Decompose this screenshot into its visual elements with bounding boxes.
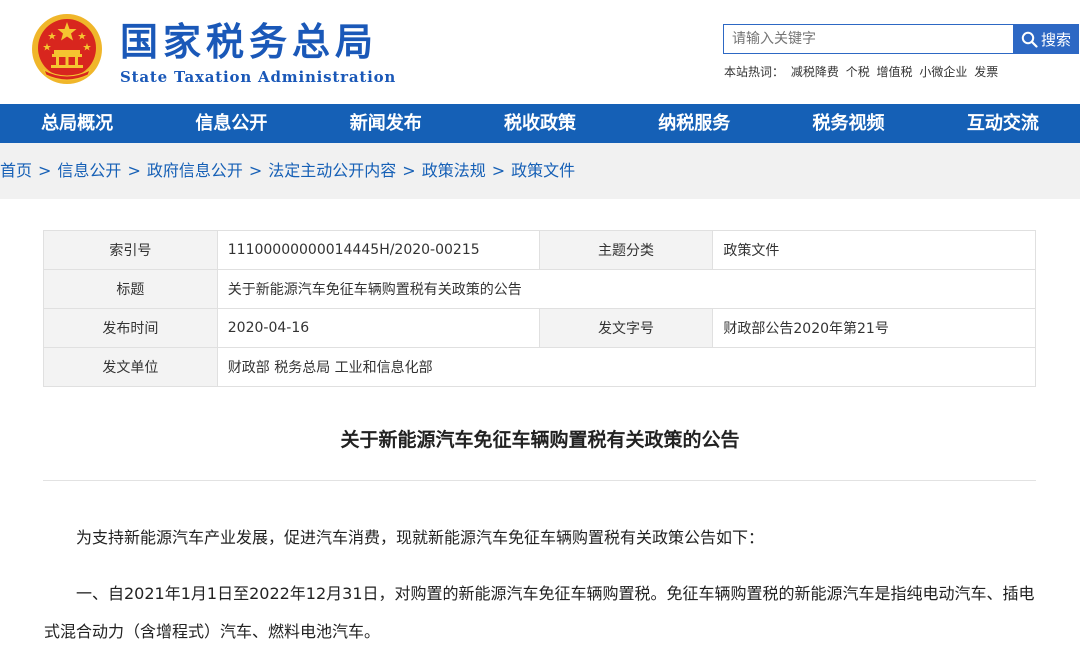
nav-item-tax-policy[interactable]: 税收政策: [463, 104, 617, 143]
category-label: 主题分类: [538, 230, 714, 270]
hot-word-link[interactable]: 减税降费: [791, 65, 839, 79]
main-nav: 总局概况 信息公开 新闻发布 税收政策 纳税服务 税务视频 互动交流: [0, 104, 1080, 143]
breadcrumb-gov-info[interactable]: 政府信息公开: [147, 161, 243, 180]
site-header: 国家税务总局 State Taxation Administration 搜索 …: [0, 0, 1080, 104]
national-emblem-icon[interactable]: [30, 12, 104, 86]
article-paragraph: 为支持新能源汽车产业发展，促进汽车消费，现就新能源汽车免征车辆购置税有关政策公告…: [76, 528, 765, 547]
title-value: 关于新能源汽车免征车辆购置税有关政策的公告: [216, 269, 1037, 309]
category-value: 政策文件: [712, 230, 1036, 270]
breadcrumb-regulations[interactable]: 政策法规: [422, 161, 486, 180]
breadcrumb-separator: >: [38, 161, 52, 180]
site-title-english[interactable]: State Taxation Administration: [120, 68, 396, 86]
breadcrumb-statutory-content[interactable]: 法定主动公开内容: [268, 161, 396, 180]
article-content: 索引号 11100000000014445H/2020-00215 主题分类 政…: [0, 199, 1080, 661]
publish-date-value: 2020-04-16: [216, 308, 540, 348]
document-info-table: 索引号 11100000000014445H/2020-00215 主题分类 政…: [43, 230, 1037, 387]
search-input[interactable]: [723, 24, 1013, 54]
nav-item-info-disclosure[interactable]: 信息公开: [154, 104, 308, 143]
breadcrumb-policy-docs[interactable]: 政策文件: [511, 161, 575, 180]
table-row: 索引号 11100000000014445H/2020-00215 主题分类 政…: [43, 230, 1036, 270]
issuer-label: 发文单位: [43, 347, 218, 387]
index-number-label: 索引号: [43, 230, 218, 270]
nav-item-video[interactable]: 税务视频: [771, 104, 925, 143]
nav-item-interaction[interactable]: 互动交流: [926, 104, 1080, 143]
breadcrumb-separator: >: [402, 161, 416, 180]
search-button[interactable]: 搜索: [1013, 24, 1079, 54]
hot-word-link[interactable]: 增值税: [877, 65, 913, 79]
breadcrumb-separator: >: [127, 161, 141, 180]
document-number-label: 发文字号: [538, 308, 714, 348]
article-paragraph: 一、自2021年1月1日至2022年12月31日，对购置的新能源汽车免征车辆购置…: [44, 584, 1035, 641]
article-title: 关于新能源汽车免征车辆购置税有关政策的公告: [340, 429, 740, 451]
breadcrumb-separator: >: [491, 161, 506, 180]
issuer-value: 财政部 税务总局 工业和信息化部: [216, 347, 1037, 387]
table-row: 标题 关于新能源汽车免征车辆购置税有关政策的公告: [43, 269, 1037, 309]
title-label: 标题: [43, 269, 218, 309]
breadcrumb-separator: >: [248, 161, 263, 180]
table-row: 发布时间 2020-04-16 发文字号 财政部公告2020年第21号: [43, 308, 1036, 348]
hot-words: 本站热词： 减税降费 个税 增值税 小微企业 发票: [724, 63, 1001, 80]
nav-item-taxpayer-service[interactable]: 纳税服务: [617, 104, 771, 143]
site-title[interactable]: 国家税务总局: [120, 20, 378, 64]
divider: [43, 480, 1036, 481]
publish-date-label: 发布时间: [43, 308, 218, 348]
table-row: 发文单位 财政部 税务总局 工业和信息化部: [43, 347, 1037, 387]
magnifier-icon: [1021, 31, 1038, 48]
nav-item-overview[interactable]: 总局概况: [0, 104, 154, 143]
search-button-label: 搜索: [1040, 30, 1071, 49]
breadcrumb-info-disclosure[interactable]: 信息公开: [57, 161, 121, 180]
hot-word-link[interactable]: 小微企业: [919, 65, 967, 79]
index-number-value: 11100000000014445H/2020-00215: [216, 230, 540, 270]
hot-word-link[interactable]: 个税: [846, 65, 870, 79]
document-number-value: 财政部公告2020年第21号: [712, 308, 1036, 348]
breadcrumb: 首页 > 信息公开 > 政府信息公开 > 法定主动公开内容 > 政策法规 > 政策文件: [0, 143, 1080, 199]
breadcrumb-home[interactable]: 首页: [0, 161, 32, 180]
hot-word-link[interactable]: 发票: [974, 65, 998, 79]
hot-words-label: 本站热词：: [724, 65, 785, 79]
nav-item-news[interactable]: 新闻发布: [309, 104, 463, 143]
